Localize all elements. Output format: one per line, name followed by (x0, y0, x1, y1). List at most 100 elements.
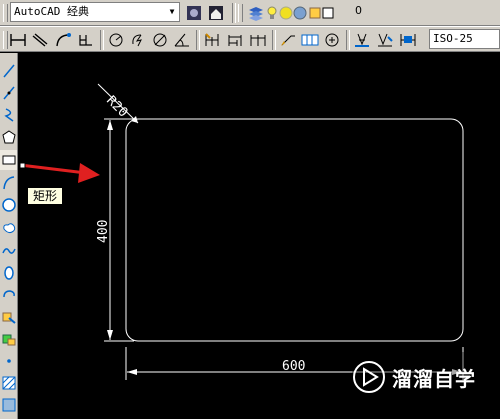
layer-manager-button[interactable] (246, 3, 266, 23)
polyline-button[interactable] (0, 105, 17, 125)
chevron-down-icon[interactable]: ▼ (165, 3, 179, 21)
baseline-dimension-button[interactable] (225, 30, 245, 50)
point-icon (6, 359, 11, 363)
dimstyle-select[interactable]: ISO-25 (429, 29, 500, 49)
hatch-icon (2, 376, 15, 390)
spline-button[interactable] (0, 241, 17, 261)
width-dim-arrow-left (127, 369, 137, 375)
ellipse-arc-icon (2, 290, 15, 298)
current-layer[interactable]: 0 (355, 4, 362, 17)
circle-button[interactable] (0, 195, 17, 215)
dimension-update-button[interactable] (398, 30, 418, 50)
quick-leader-button[interactable] (278, 30, 298, 50)
line-button[interactable] (0, 61, 17, 81)
pointer-arrow-head (78, 163, 100, 183)
pointer-arrow-shaft (19, 163, 87, 175)
jogged-dim-icon (132, 34, 142, 47)
point-button[interactable] (0, 351, 17, 371)
rectangle-tooltip: 矩形 (27, 187, 63, 205)
jogged-dimension-button[interactable] (128, 30, 148, 50)
arc-length-button[interactable] (53, 30, 73, 50)
toolbar-separator (100, 30, 104, 50)
continue-dimension-button[interactable] (248, 30, 268, 50)
height-dimension-text: 400 (96, 220, 111, 243)
dimstyle-value: ISO-25 (433, 32, 473, 45)
gradient-icon (2, 398, 15, 412)
make-block-icon (2, 334, 15, 346)
arc-length-icon (56, 33, 71, 47)
revision-cloud-icon (2, 223, 15, 234)
angular-dimension-button[interactable] (172, 30, 192, 50)
linear-dimension-button[interactable] (8, 30, 28, 50)
play-logo-icon (353, 361, 385, 393)
toolbar-grip[interactable] (3, 4, 8, 22)
dimension-edit-button[interactable] (352, 30, 372, 50)
height-dim-arrow-top (107, 120, 113, 130)
make-block-button[interactable] (0, 329, 17, 349)
layers-icon (249, 7, 263, 21)
toolbar-separator (232, 3, 236, 23)
insert-block-button[interactable] (0, 307, 17, 327)
tolerance-icon (301, 34, 319, 46)
spline-icon (1, 248, 16, 254)
gradient-button[interactable] (0, 395, 17, 415)
insert-block-icon (2, 312, 16, 324)
construction-line-icon (2, 86, 15, 100)
revision-cloud-button[interactable] (0, 218, 17, 238)
radius-dimension-text: R20 (103, 93, 130, 120)
aligned-dim-icon (32, 33, 48, 47)
polyline-icon (3, 108, 13, 122)
home-icon (209, 6, 223, 20)
rectangle-button[interactable] (0, 150, 17, 170)
ellipse-icon (3, 266, 14, 280)
top-toolbar: AutoCAD 经典 ▼ 0 (0, 0, 500, 26)
workspace-select[interactable]: AutoCAD 经典 ▼ (10, 2, 180, 22)
ellipse-arc-button[interactable] (0, 285, 17, 305)
watermark-text: 溜溜自学 (392, 366, 476, 391)
cursor-grip (19, 162, 26, 169)
layer-state-icons[interactable] (266, 3, 336, 23)
angular-dim-icon (174, 33, 189, 47)
construction-line-button[interactable] (0, 83, 17, 103)
toolbar-separator (346, 30, 350, 50)
quick-dim-icon (205, 33, 219, 46)
draw-toolbar (0, 53, 18, 419)
width-dimension-text: 600 (282, 359, 305, 374)
height-dim-arrow-bottom (107, 330, 113, 340)
diameter-dim-icon (153, 33, 167, 47)
circle-icon (1, 198, 16, 212)
hatch-button[interactable] (0, 373, 17, 393)
continue-dim-icon (250, 35, 266, 46)
polygon-icon (1, 130, 16, 144)
workspace-settings-button[interactable] (184, 3, 204, 23)
ordinate-dim-icon (79, 35, 92, 46)
leader-icon (281, 35, 295, 46)
rectangle-icon (2, 155, 15, 165)
home-button[interactable] (206, 3, 226, 23)
arc-icon (2, 176, 14, 190)
linear-dim-icon (10, 34, 26, 46)
dimension-toolbar: ISO-25 (0, 26, 500, 52)
dim-edit-icon (355, 33, 369, 47)
center-mark-button[interactable] (322, 30, 342, 50)
dimension-text-edit-button[interactable] (375, 30, 395, 50)
polygon-button[interactable] (0, 127, 17, 147)
tolerance-button[interactable] (300, 30, 320, 50)
workspace-value: AutoCAD 经典 (14, 5, 89, 18)
radius-dim-icon (109, 33, 123, 47)
radius-dimension-button[interactable] (106, 30, 126, 50)
ellipse-button[interactable] (0, 263, 17, 283)
ordinate-dimension-button[interactable] (76, 30, 96, 50)
dim-text-edit-icon (378, 33, 393, 47)
layer-state-icon (267, 6, 334, 20)
watermark: 溜溜自学 (352, 352, 500, 402)
dim-update-icon (400, 34, 416, 46)
aligned-dimension-button[interactable] (30, 30, 50, 50)
quick-dimension-button[interactable] (202, 30, 222, 50)
diameter-dimension-button[interactable] (150, 30, 170, 50)
rectangle-shape[interactable] (125, 118, 464, 342)
toolbar-grip[interactable] (238, 4, 243, 22)
arc-button[interactable] (0, 173, 17, 193)
line-icon (2, 64, 15, 78)
toolbar-separator (196, 30, 200, 50)
